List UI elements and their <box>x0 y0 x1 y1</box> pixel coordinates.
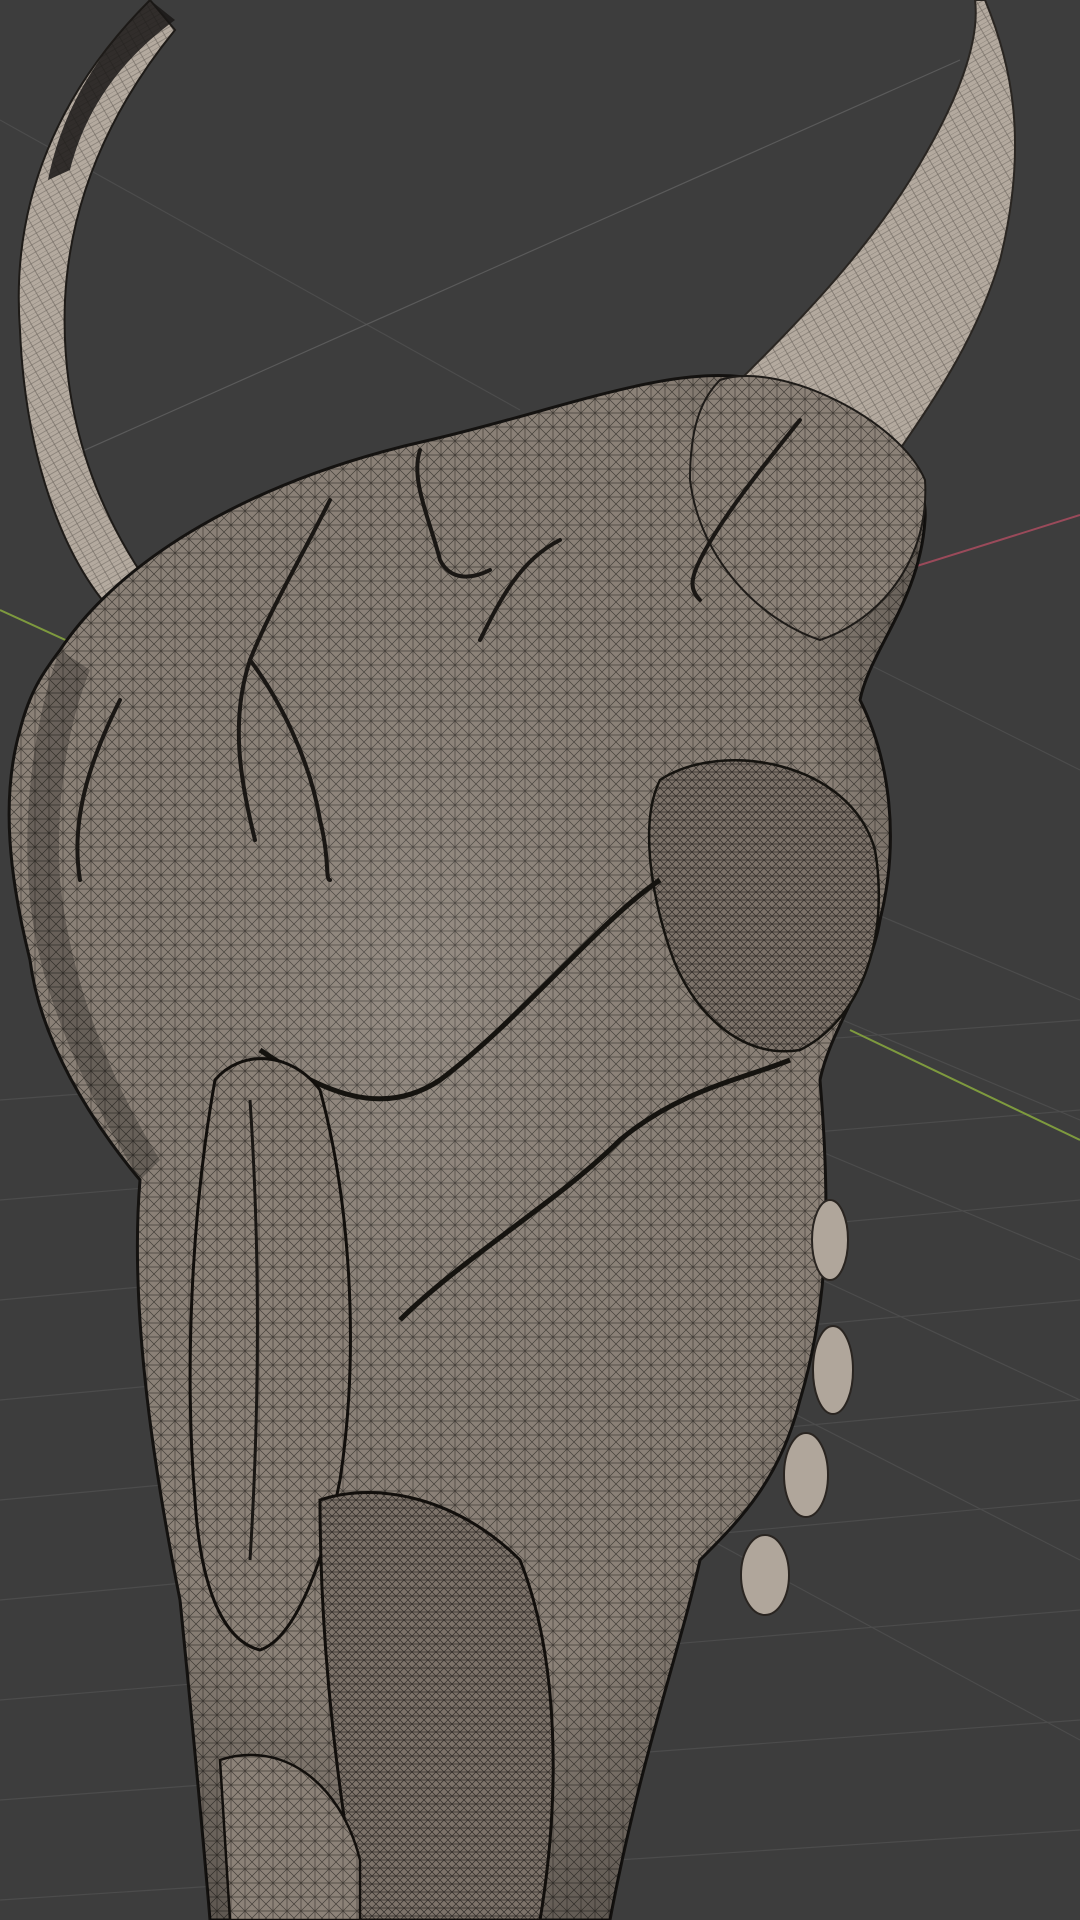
viewport-canvas[interactable] <box>0 0 1080 1920</box>
tooth-3[interactable] <box>783 1432 829 1518</box>
tooth-2[interactable] <box>812 1325 854 1415</box>
y-axis-line-right <box>849 1029 1080 1141</box>
tooth-1[interactable] <box>811 1199 849 1281</box>
3d-viewport[interactable] <box>0 0 1080 1920</box>
tooth-4[interactable] <box>740 1534 790 1616</box>
